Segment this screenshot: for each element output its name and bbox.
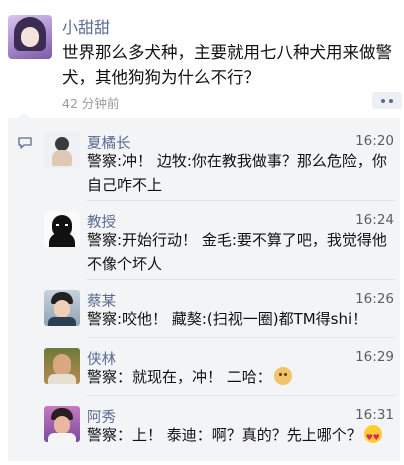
author-avatar[interactable] — [8, 15, 52, 59]
comment-divider — [87, 279, 396, 280]
dot-icon — [381, 98, 385, 103]
comment-time: 16:20 — [355, 133, 394, 149]
comment-time: 16:26 — [355, 291, 394, 307]
comment-item[interactable]: 夏橘长 16:20 警察:冲！ 边牧:你在教我做事？那么危险，你自己咋不上 — [44, 130, 394, 194]
comment-text: 警察:开始行动！ 金毛:要不算了吧，我觉得他不像个坏人 — [87, 231, 387, 273]
comment-divider — [87, 200, 396, 201]
post-text: 世界那么多犬种，主要就用七八种犬用来做警犬，其他狗狗为什么不行？ — [62, 43, 392, 87]
commenter-avatar[interactable] — [44, 132, 80, 168]
post-timestamp: 42 分钟前 — [62, 96, 120, 111]
comment-text: 警察：上！ 泰迪：啊？真的？先上哪个？ — [87, 426, 362, 444]
comment-item[interactable]: 教授 16:24 警察:开始行动！ 金毛:要不算了吧，我觉得他不像个坏人 — [44, 209, 394, 273]
moment-post: 小甜甜 世界那么多犬种，主要就用七八种犬用来做警犬，其他狗狗为什么不行？ 42 … — [0, 0, 404, 118]
post-author-name[interactable]: 小甜甜 — [62, 14, 110, 38]
more-actions-button[interactable] — [372, 92, 402, 109]
comments-section: 夏橘长 16:20 警察:冲！ 边牧:你在教我做事？那么危险，你自己咋不上 教授… — [8, 112, 400, 461]
comment-item[interactable]: 阿秀 16:31 警察：上！ 泰迪：啊？真的？先上哪个？ — [44, 405, 394, 450]
comment-text: 警察：就现在，冲！ 二哈： — [87, 368, 272, 386]
comment-item[interactable]: 侠林 16:29 警察：就现在，冲！ 二哈： — [44, 347, 394, 391]
commenter-avatar[interactable] — [44, 406, 80, 442]
heart-eyes-emoji-icon — [363, 425, 382, 450]
comment-divider — [87, 337, 396, 338]
commenter-avatar[interactable] — [44, 290, 80, 326]
dot-icon — [389, 98, 393, 103]
comment-time: 16:31 — [355, 407, 394, 423]
comment-item[interactable]: 蔡某 16:26 警察:咬他！ 藏獒:(扫视一圈)都TM得shi！ — [44, 289, 394, 333]
commenter-avatar[interactable] — [44, 348, 80, 384]
comment-time: 16:24 — [355, 212, 394, 228]
comment-divider — [87, 395, 396, 396]
doge-emoji-icon — [273, 367, 292, 385]
comment-text: 警察:咬他！ 藏獒:(扫视一圈)都TM得shi！ — [87, 310, 368, 328]
commenter-avatar[interactable] — [44, 211, 80, 247]
comment-text: 警察:冲！ 边牧:你在教我做事？那么危险，你自己咋不上 — [87, 152, 387, 194]
comment-bubble-icon — [18, 137, 32, 149]
comment-time: 16:29 — [355, 349, 394, 365]
